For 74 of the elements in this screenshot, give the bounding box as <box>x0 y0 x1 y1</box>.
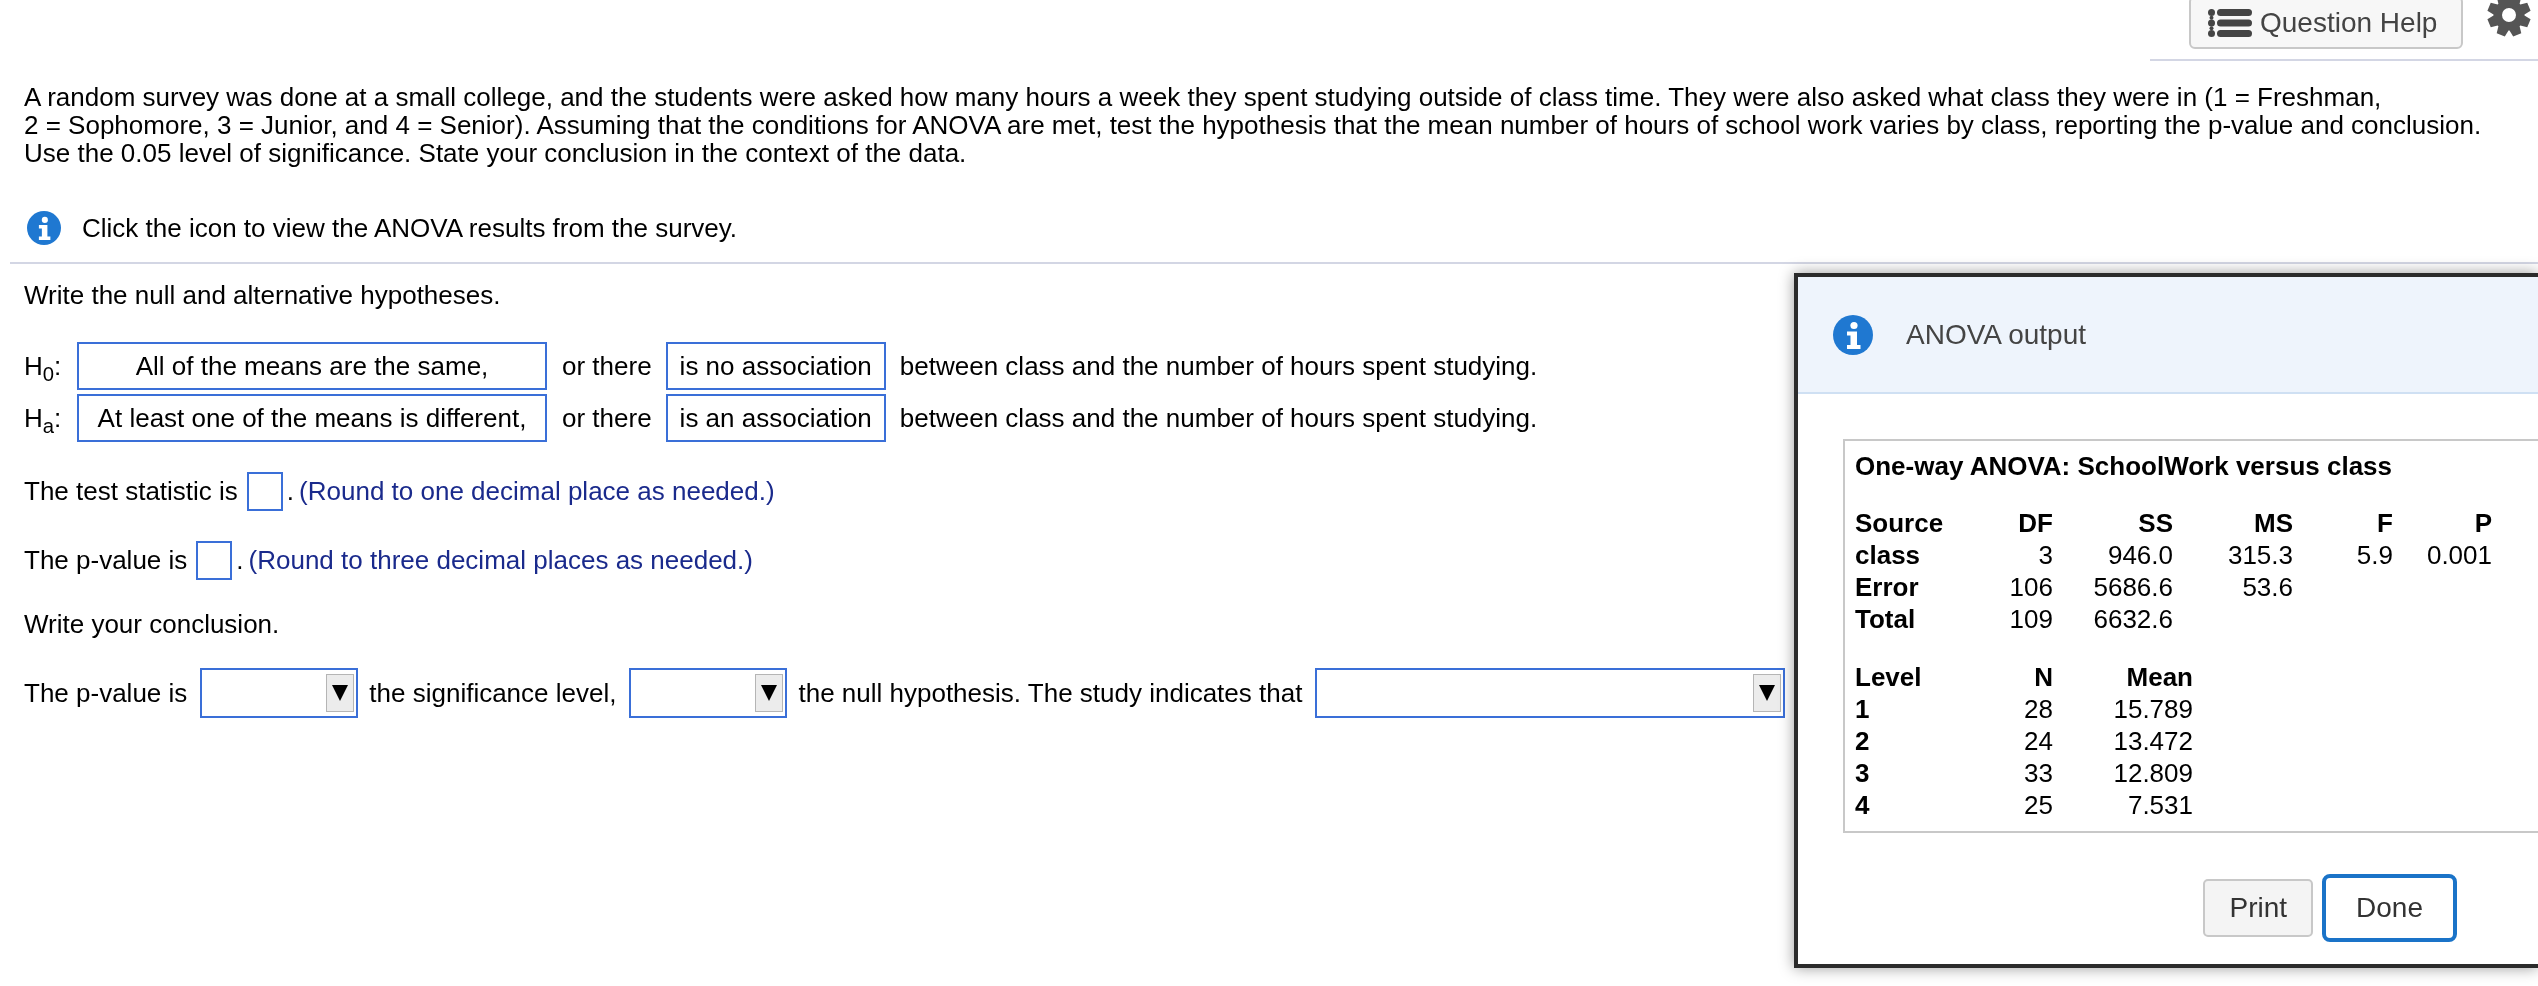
caret-icon <box>755 674 784 712</box>
row-label: 4 <box>1855 789 1871 821</box>
question-text: The test statistic is <box>24 475 238 507</box>
row-label: class <box>1855 539 1922 571</box>
table-cell-text: 15.789 <box>2112 693 2193 725</box>
table-cell-text: 315.3 <box>2226 539 2293 571</box>
table-cell-text: 5686.6 <box>2092 571 2173 603</box>
answer-box[interactable] <box>246 471 283 511</box>
row-label: 2 <box>1855 725 1871 757</box>
instruction-text: Write your conclusion. <box>24 609 280 639</box>
conclusion-text: the null hypothesis. The study indicates that <box>798 677 1303 709</box>
column-header: F <box>2376 507 2393 539</box>
hint-text: (Round to one decimal place as needed.) <box>299 475 775 507</box>
table-cell-text: 6632.6 <box>2092 603 2173 635</box>
table-cell-text: 3 <box>2037 539 2053 571</box>
connector-text: or there <box>562 402 652 434</box>
caret-icon <box>1753 674 1782 712</box>
connector-text: or there <box>562 350 652 382</box>
table-cell-text: 109 <box>2008 603 2053 635</box>
row-label: 3 <box>1855 757 1871 789</box>
table-cell-text: 0.001 <box>2425 539 2492 571</box>
caret-icon <box>326 674 355 712</box>
answer-box[interactable]: All of the means are the same, <box>77 342 547 390</box>
period-text: . <box>236 544 244 576</box>
question-help-button[interactable]: Question Help <box>2189 0 2463 49</box>
table-cell-text: 7.531 <box>2126 789 2193 821</box>
list-icon <box>2208 8 2252 37</box>
table-cell-text: 12.809 <box>2112 757 2193 789</box>
period-text: . <box>286 475 295 507</box>
column-header: Level <box>1855 661 1923 693</box>
table-cell-text: 53.6 <box>2241 571 2293 603</box>
answer-box[interactable]: is no association <box>665 342 886 390</box>
table-cell-text: 106 <box>2008 571 2053 603</box>
dialog-button[interactable]: Print <box>2203 879 2314 937</box>
hypothesis-text: between class and the number of hours spent studying. <box>899 350 1538 382</box>
table-cell-text: 24 <box>2023 725 2053 757</box>
answer-box[interactable]: At least one of the means is different, <box>77 394 547 442</box>
table-cell-text: 33 <box>2023 757 2053 789</box>
column-header: N <box>2033 661 2053 693</box>
column-header: P <box>2473 507 2492 539</box>
info-icon <box>1833 314 1873 355</box>
column-header: MS <box>2253 507 2293 539</box>
question-text: The p-value is <box>24 544 188 576</box>
row-label: 1 <box>1855 693 1871 725</box>
info-icon[interactable] <box>27 211 61 245</box>
settings-icon[interactable] <box>2487 0 2531 37</box>
dropdown-field[interactable] <box>629 668 788 718</box>
row-label: Total <box>1855 603 1917 635</box>
answer-box[interactable]: is an association <box>665 394 886 442</box>
dropdown-field[interactable] <box>1315 668 1786 718</box>
column-header: DF <box>2017 507 2053 539</box>
column-header: Mean <box>2125 661 2193 693</box>
table-cell-text: 5.9 <box>2355 539 2393 571</box>
answer-box[interactable] <box>196 540 233 580</box>
hint-text: (Round to three decimal places as needed.) <box>248 544 753 576</box>
dialog-title: ANOVA output <box>1906 318 2087 351</box>
output-title: One-way ANOVA: SchoolWork versus class <box>1855 451 2393 481</box>
table-cell-text: 25 <box>2023 789 2053 821</box>
dialog-button[interactable]: Done <box>2322 874 2457 942</box>
dropdown-field[interactable] <box>200 668 359 718</box>
conclusion-text: the significance level, <box>369 677 617 709</box>
hypothesis-label: H$_{0}$: <box>24 350 63 382</box>
instruction-text: Write the null and alternative hypotheses. <box>24 280 501 310</box>
row-label: Error <box>1855 571 1920 603</box>
info-prompt: Click the icon to view the ANOVA results from the survey. <box>82 212 738 244</box>
table-cell-text: 13.472 <box>2112 725 2193 757</box>
problem-text: A random survey was done at a small college, and the students were asked how many hours a week they spent studying outside of class time. They were also asked what class they were in (1 = Freshman, 2 = Sophomore, 3 = Junior, and 4 = Senior). Assuming that the conditions for ANOVA are met, test the hypothesis that the mean number of hours of school work varies by class, reporting the p-value and conclusion. Use the 0.05 level of significance. State your conclusion in the context of the data. <box>24 83 2483 167</box>
hypothesis-text: between class and the number of hours spent studying. <box>899 402 1538 434</box>
table-cell-text: 946.0 <box>2106 539 2173 571</box>
column-header: Source <box>1855 507 1945 539</box>
hypothesis-label: H$_{a}$: <box>24 402 63 434</box>
conclusion-text: The p-value is <box>24 677 188 709</box>
column-header: SS <box>2137 507 2173 539</box>
table-cell-text: 28 <box>2023 693 2053 725</box>
